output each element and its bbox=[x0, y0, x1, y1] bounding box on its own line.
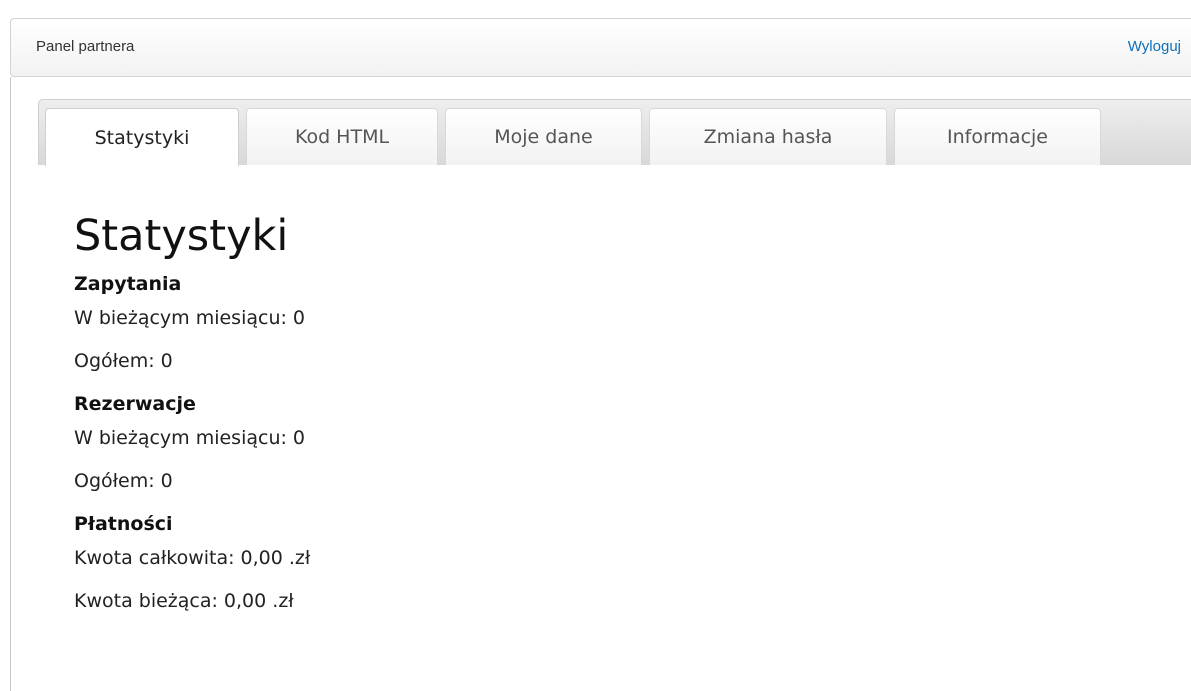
tab-moje-dane[interactable]: Moje dane bbox=[445, 108, 642, 165]
statistics-panel: Statystyki Zapytania W bieżącym miesiącu… bbox=[74, 212, 1074, 623]
stat-line: W bieżącym miesiącu: 0 bbox=[74, 427, 306, 449]
brand-title: Panel partnera bbox=[36, 38, 135, 55]
section-rezerwacje: Rezerwacje W bieżącym miesiącu: 0 Ogółem… bbox=[74, 391, 1074, 494]
section-platnosci: Płatności Kwota całkowita: 0,00 .zł Kwot… bbox=[74, 511, 1074, 614]
tab-statystyki[interactable]: Statystyki bbox=[45, 108, 239, 166]
stat-line: Ogółem: 0 bbox=[74, 350, 173, 372]
logout-link[interactable]: Wyloguj bbox=[1128, 38, 1181, 55]
top-navbar: Panel partnera Wyloguj bbox=[10, 18, 1191, 77]
page-title: Statystyki bbox=[74, 211, 289, 261]
tab-kod-html[interactable]: Kod HTML bbox=[246, 108, 438, 165]
content-left-border bbox=[10, 77, 11, 691]
stat-line: Kwota całkowita: 0,00 .zł bbox=[74, 547, 311, 569]
section-title: Płatności bbox=[74, 513, 173, 535]
section-zapytania: Zapytania W bieżącym miesiącu: 0 Ogółem:… bbox=[74, 271, 1074, 374]
stat-line: Ogółem: 0 bbox=[74, 470, 173, 492]
stat-line: Kwota bieżąca: 0,00 .zł bbox=[74, 590, 294, 612]
section-title: Rezerwacje bbox=[74, 393, 196, 415]
section-title: Zapytania bbox=[74, 273, 182, 295]
tab-zmiana-hasla[interactable]: Zmiana hasła bbox=[649, 108, 887, 165]
tab-informacje[interactable]: Informacje bbox=[894, 108, 1101, 165]
stat-line: W bieżącym miesiącu: 0 bbox=[74, 307, 306, 329]
